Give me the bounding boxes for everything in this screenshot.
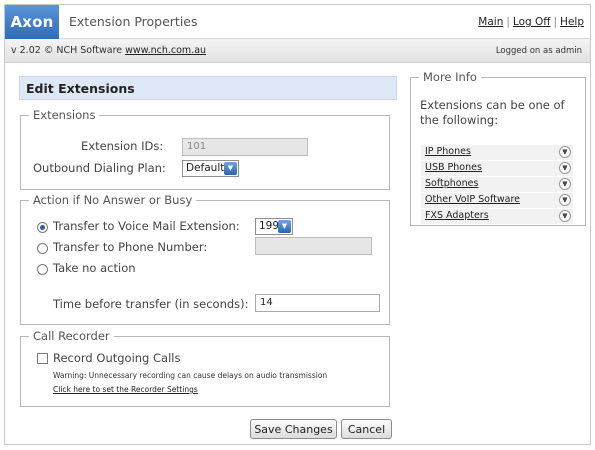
main-link[interactable]: Main bbox=[478, 16, 503, 28]
section-heading: Edit Extensions bbox=[19, 76, 397, 100]
logged-on-text: Logged on as admin bbox=[495, 46, 582, 56]
help-link[interactable]: Help bbox=[560, 16, 584, 28]
voicemail-radio[interactable] bbox=[37, 222, 48, 233]
recorder-warning: Warning: Unnecessary recording can cause… bbox=[53, 371, 328, 380]
action-legend: Action if No Answer or Busy bbox=[33, 193, 193, 207]
phone-number-field[interactable] bbox=[255, 237, 372, 255]
extension-ids-label: Extension IDs: bbox=[81, 139, 164, 153]
expand-chevron-icon: ▼ bbox=[559, 178, 571, 190]
record-calls-checkbox[interactable] bbox=[37, 353, 48, 364]
separator: | bbox=[506, 16, 510, 28]
voicemail-label: Transfer to Voice Mail Extension: bbox=[53, 219, 240, 233]
dialing-plan-label: Outbound Dialing Plan: bbox=[33, 161, 166, 175]
transfer-time-field[interactable]: 14 bbox=[255, 294, 380, 312]
info-item-ip-phones[interactable]: IP Phones ▼ bbox=[421, 145, 573, 160]
transfer-time-label: Time before transfer (in seconds): bbox=[53, 297, 249, 311]
version-text: v 2.02 © NCH Software www.nch.com.au bbox=[11, 45, 206, 56]
no-action-label: Take no action bbox=[53, 261, 136, 275]
chevron-down-icon: ▼ bbox=[224, 162, 237, 175]
extension-ids-field[interactable]: 101 bbox=[182, 138, 308, 156]
separator: | bbox=[553, 16, 558, 28]
info-item-label: IP Phones bbox=[425, 146, 471, 157]
more-info-legend: More Info bbox=[423, 70, 477, 84]
call-recorder-legend: Call Recorder bbox=[33, 329, 110, 343]
expand-chevron-icon: ▼ bbox=[559, 162, 571, 174]
top-nav: Main | Log Off | Help bbox=[478, 16, 584, 28]
info-item-usb-phones[interactable]: USB Phones ▼ bbox=[421, 161, 573, 176]
info-item-label: FXS Adapters bbox=[425, 210, 489, 221]
dialing-plan-select[interactable]: Default ▼ bbox=[182, 160, 239, 177]
recorder-settings-link[interactable]: Click here to set the Recorder Settings bbox=[53, 385, 198, 394]
voicemail-value: 199 bbox=[259, 220, 280, 232]
save-changes-button[interactable]: Save Changes bbox=[250, 419, 337, 439]
cancel-button[interactable]: Cancel bbox=[341, 419, 392, 439]
voicemail-select[interactable]: 199 ▼ bbox=[255, 218, 293, 235]
logoff-link[interactable]: Log Off bbox=[513, 16, 551, 28]
info-item-voip-software[interactable]: Other VoIP Software ▼ bbox=[421, 193, 573, 208]
app-logo: Axon bbox=[5, 5, 59, 39]
record-calls-label: Record Outgoing Calls bbox=[53, 351, 181, 365]
info-item-label: USB Phones bbox=[425, 162, 482, 173]
header-bar: Axon Extension Properties Main | Log Off | H… bbox=[5, 5, 590, 39]
more-info-panel: More Info Extensions can be one of the f… bbox=[410, 70, 586, 226]
app-window: Axon Extension Properties Main | Log Off | H… bbox=[4, 4, 591, 445]
status-bar: v 2.02 © NCH Software www.nch.com.au Log… bbox=[5, 39, 590, 63]
website-link[interactable]: www.nch.com.au bbox=[125, 45, 206, 56]
call-recorder-group: Call Recorder bbox=[20, 329, 390, 407]
chevron-down-icon: ▼ bbox=[278, 220, 291, 233]
info-item-label: Softphones bbox=[425, 178, 479, 189]
extensions-legend: Extensions bbox=[33, 108, 96, 122]
info-item-softphones[interactable]: Softphones ▼ bbox=[421, 177, 573, 192]
phone-number-radio[interactable] bbox=[37, 243, 48, 254]
info-item-fxs-adapters[interactable]: FXS Adapters ▼ bbox=[421, 209, 573, 224]
info-item-label: Other VoIP Software bbox=[425, 194, 520, 205]
expand-chevron-icon: ▼ bbox=[559, 194, 571, 206]
dialing-plan-value: Default bbox=[186, 162, 225, 174]
more-info-intro: Extensions can be one of the following: bbox=[420, 98, 565, 127]
expand-chevron-icon: ▼ bbox=[559, 210, 571, 222]
no-action-radio[interactable] bbox=[37, 264, 48, 275]
expand-chevron-icon: ▼ bbox=[559, 146, 571, 158]
page-title: Extension Properties bbox=[69, 14, 198, 29]
phone-number-label: Transfer to Phone Number: bbox=[53, 240, 208, 254]
version-label: v 2.02 © NCH Software bbox=[11, 45, 123, 56]
